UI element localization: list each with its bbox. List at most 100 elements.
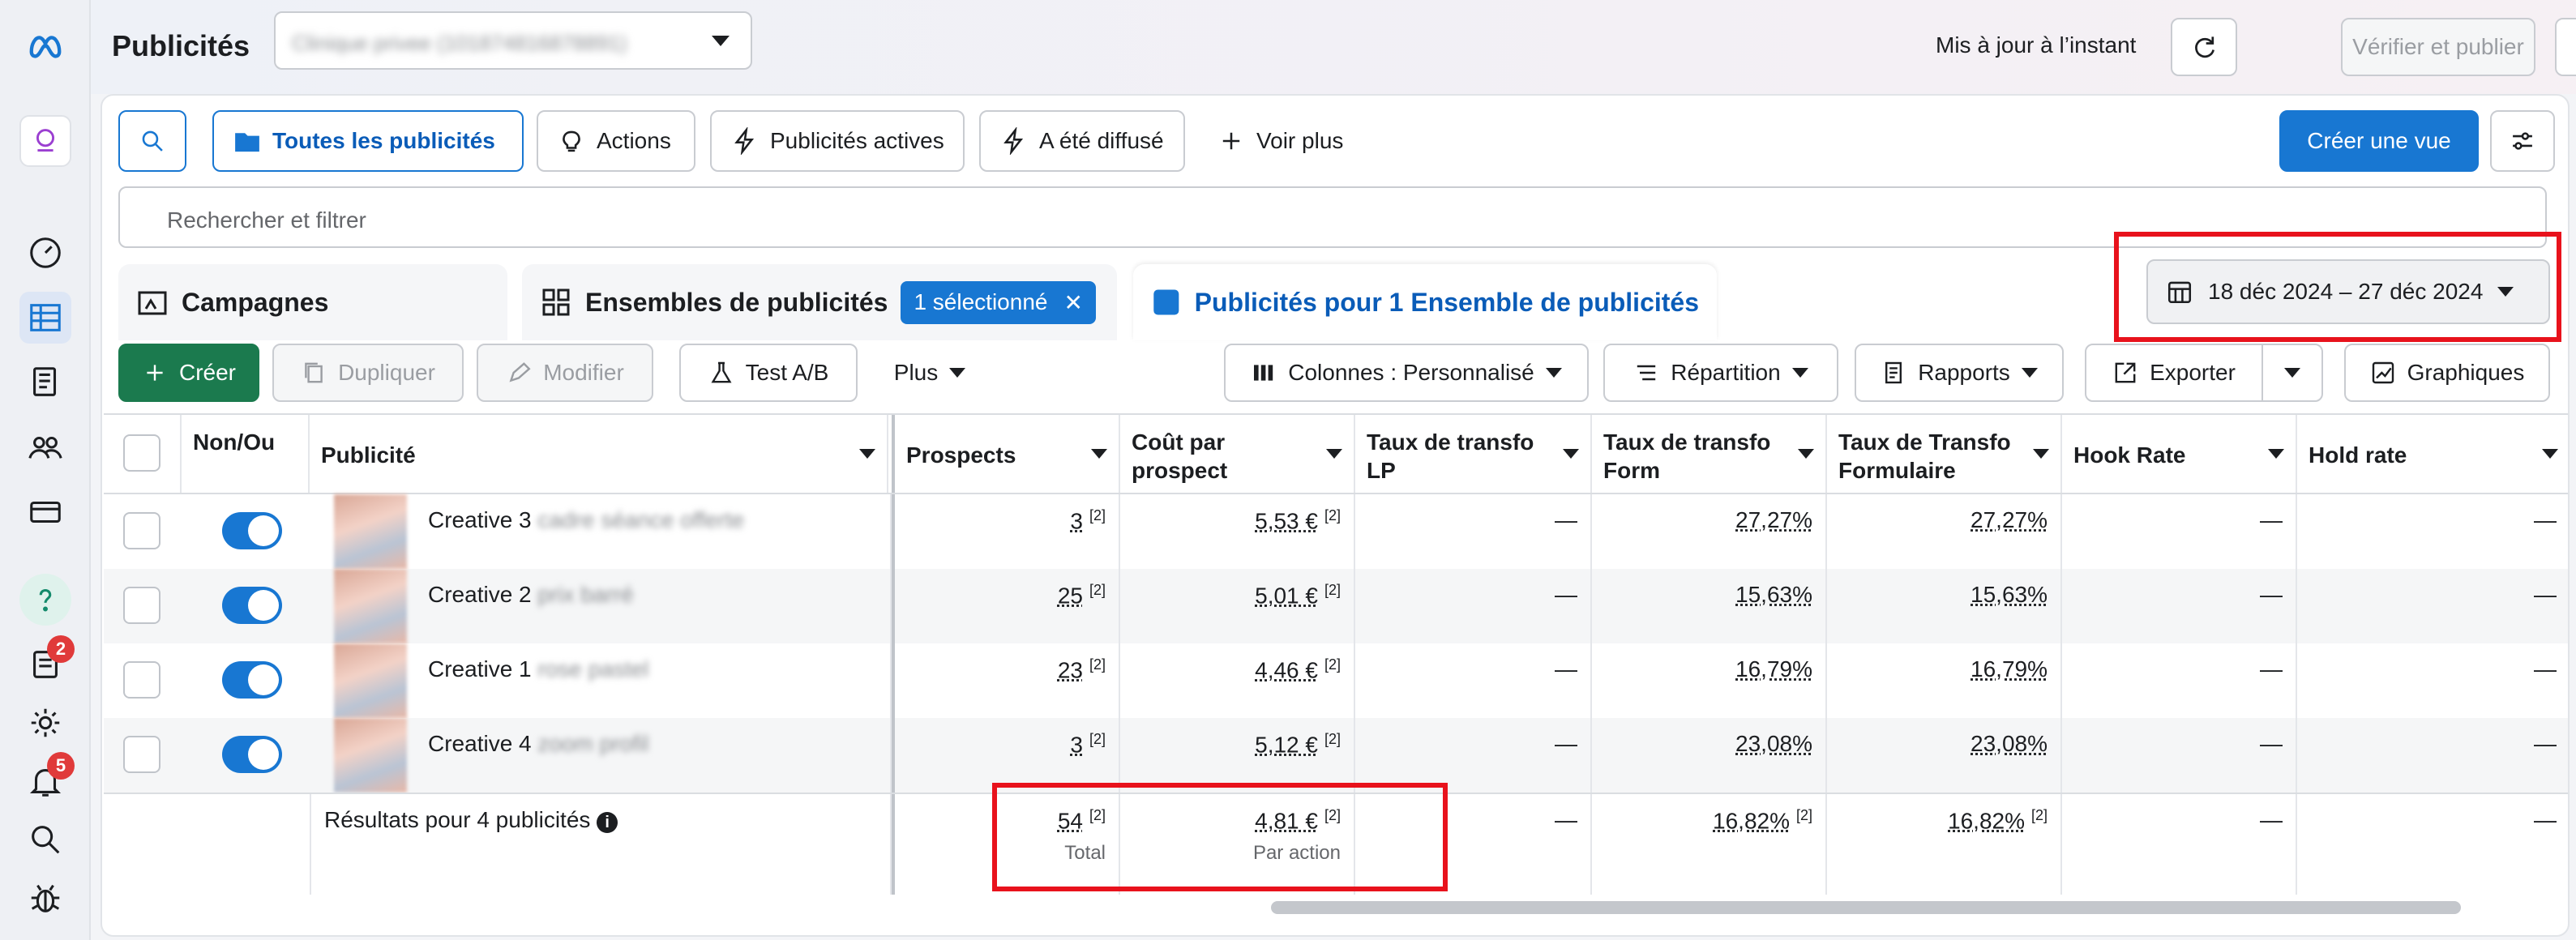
see-more-filters[interactable]: Voir plus	[1196, 110, 1359, 172]
close-icon[interactable]: ✕	[1063, 289, 1082, 316]
sliders-icon	[2513, 132, 2532, 150]
chevron-down-icon	[1798, 449, 1814, 459]
tab-campaigns[interactable]: Campagnes	[118, 264, 507, 340]
table-row[interactable]: Creative 4 zoom profil 3 [2] 5,12 € [2] — …	[104, 718, 2568, 793]
filter-delivered[interactable]: A été diffusé	[979, 110, 1185, 172]
chevron-down-icon	[1326, 449, 1342, 459]
date-range-label: 18 déc 2024 – 27 déc 2024	[2208, 279, 2484, 304]
info-icon[interactable]: i	[597, 812, 618, 833]
formulaire-rate-cell: 27,27%	[1827, 494, 2062, 569]
ad-status-toggle[interactable]	[222, 661, 282, 699]
ad-status-toggle[interactable]	[222, 587, 282, 624]
verify-publish-button[interactable]: Vérifier et publier	[2341, 18, 2535, 76]
selected-adset-pill[interactable]: 1 sélectionné ✕	[901, 280, 1096, 324]
more-options-button[interactable]	[2555, 18, 2576, 76]
table-row[interactable]: Creative 3 cadre séance offerte 3 [2] 5,5…	[104, 494, 2568, 569]
filter-all-ads[interactable]: Toutes les publicités	[212, 110, 524, 172]
header-cost-per-prospect[interactable]: Coût par prospect	[1120, 415, 1355, 493]
chevron-down-icon	[2542, 449, 2558, 459]
table-row[interactable]: Creative 2 prix barré 25 [2] 5,01 € [2] — …	[104, 569, 2568, 643]
header-ad[interactable]: Publicité	[310, 415, 888, 493]
hold-rate-cell: —	[2534, 731, 2557, 756]
ads-manager-panel: Toutes les publicités Actions Publicités…	[101, 94, 2570, 937]
notifications-icon[interactable]: 2	[19, 635, 75, 690]
ad-name-cell[interactable]: Creative 4 zoom profil	[310, 718, 892, 793]
chevron-down-icon	[712, 36, 730, 46]
row-checkbox[interactable]	[123, 587, 160, 624]
header-formulaire-rate[interactable]: Taux de Transfo Formulaire	[1827, 415, 2062, 493]
billing-card-icon[interactable]	[19, 486, 71, 538]
reports-dropdown[interactable]: Rapports	[1855, 344, 2064, 402]
prospects-cell: 23 [2]	[892, 643, 1120, 718]
search-icon[interactable]	[19, 814, 71, 865]
header-hook-rate[interactable]: Hook Rate	[2062, 415, 2297, 493]
header-form-rate[interactable]: Taux de transfo Form	[1592, 415, 1827, 493]
chevron-down-icon	[2284, 368, 2300, 378]
settings-gear-icon[interactable]	[19, 697, 71, 749]
hook-rate-cell: —	[2062, 569, 2297, 643]
search-button[interactable]	[118, 110, 186, 172]
hold-rate-cell: —	[2534, 656, 2557, 682]
lp-rate-cell: —	[1355, 643, 1592, 718]
meta-logo-icon[interactable]	[19, 19, 71, 71]
campaign-folder-icon	[138, 291, 167, 315]
chevron-down-icon	[1563, 449, 1579, 459]
ad-name-cell[interactable]: Creative 1 rose pastel	[310, 643, 892, 718]
horizontal-scrollbar[interactable]	[1271, 901, 2461, 914]
row-checkbox[interactable]	[123, 512, 160, 549]
create-view-button[interactable]: Créer une vue	[2279, 110, 2479, 172]
row-checkbox[interactable]	[123, 736, 160, 773]
totals-cost: 4,81 € [2] Par action	[1120, 794, 1355, 895]
filter-active-ads[interactable]: Publicités actives	[710, 110, 965, 172]
ad-status-toggle[interactable]	[222, 512, 282, 549]
more-button[interactable]: Plus	[869, 344, 991, 402]
header-hold-rate[interactable]: Hold rate	[2297, 415, 2568, 493]
cost-cell: 5,53 € [2]	[1120, 494, 1355, 569]
date-range-picker[interactable]: 18 déc 2024 – 27 déc 2024	[2146, 259, 2550, 324]
chart-icon	[2372, 361, 2394, 384]
tab-ads[interactable]: Publicités pour 1 Ensemble de publicités	[1133, 264, 1717, 340]
refresh-button[interactable]	[2171, 18, 2237, 76]
breakdown-dropdown[interactable]: Répartition	[1603, 344, 1838, 402]
audiences-icon[interactable]	[19, 421, 71, 473]
table-header-row: Non/Ou Publicité Prospects Coût par pros…	[104, 413, 2568, 494]
ad-name-cell[interactable]: Creative 3 cadre séance offerte	[310, 494, 892, 569]
create-button[interactable]: Créer	[118, 344, 259, 402]
header-onoff[interactable]: Non/Ou	[182, 415, 310, 493]
search-filter-input[interactable]: Rechercher et filtrer	[118, 186, 2547, 248]
hook-rate-cell: —	[2062, 643, 2297, 718]
header-lp-rate[interactable]: Taux de transfo LP	[1355, 415, 1592, 493]
dashboard-gauge-icon[interactable]	[19, 227, 71, 279]
tab-adsets[interactable]: Ensembles de publicités 1 sélectionné ✕	[522, 264, 1117, 340]
hold-rate-cell: —	[2534, 582, 2557, 607]
ad-status-toggle[interactable]	[222, 736, 282, 773]
chevron-down-icon	[1545, 368, 1562, 378]
row-checkbox[interactable]	[123, 661, 160, 699]
pages-icon[interactable]	[19, 357, 71, 408]
table-row[interactable]: Creative 1 rose pastel 23 [2] 4,46 € [2] —…	[104, 643, 2568, 718]
filter-actions[interactable]: Actions	[537, 110, 695, 172]
alerts-bell-icon[interactable]: 5	[19, 752, 75, 807]
export-button[interactable]: Exporter	[2085, 344, 2263, 402]
columns-dropdown[interactable]: Colonnes : Personnalisé	[1224, 344, 1589, 402]
formulaire-rate-cell: 16,79%	[1827, 643, 2062, 718]
duplicate-button[interactable]: Dupliquer	[272, 344, 464, 402]
header-prospects[interactable]: Prospects	[892, 415, 1120, 493]
ab-test-button[interactable]: Test A/B	[679, 344, 858, 402]
ad-name-cell[interactable]: Creative 2 prix barré	[310, 569, 892, 643]
header-select-all[interactable]	[104, 415, 182, 493]
export-options-dropdown[interactable]	[2261, 344, 2323, 402]
ads-manager-table-icon[interactable]	[19, 292, 71, 344]
search-icon	[142, 130, 163, 152]
charts-button[interactable]: Graphiques	[2344, 344, 2550, 402]
left-nav-rail: 2 5	[0, 0, 91, 940]
folder-icon	[235, 133, 259, 152]
view-settings-button[interactable]	[2490, 110, 2555, 172]
edit-button[interactable]: Modifier	[477, 344, 653, 402]
help-icon[interactable]	[19, 574, 71, 626]
account-selector[interactable]: Clinique privee (101874816878891)	[274, 11, 752, 70]
ad-thumbnail	[334, 643, 407, 718]
plus-icon	[1222, 132, 1240, 150]
account-logo-icon[interactable]	[19, 115, 71, 167]
bug-report-icon[interactable]	[19, 872, 71, 924]
